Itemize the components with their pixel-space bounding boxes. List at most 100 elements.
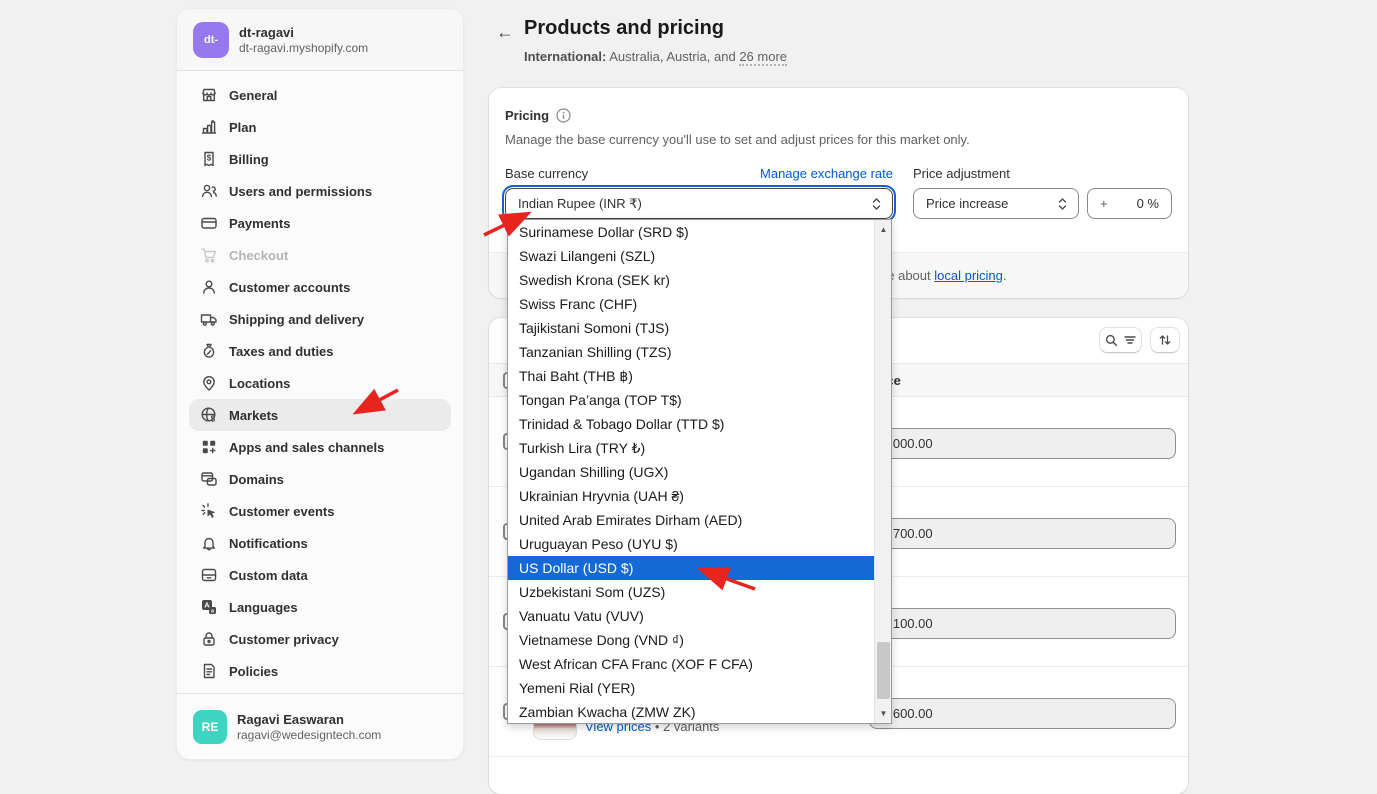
sidebar-item-label: Locations: [229, 376, 290, 391]
currency-option[interactable]: Swedish Krona (SEK kr): [508, 268, 874, 292]
globe-dollar-icon: $: [199, 405, 219, 425]
sidebar-item-label: Languages: [229, 600, 298, 615]
price-input[interactable]: [869, 428, 1176, 459]
sidebar-item-payments[interactable]: Payments: [189, 207, 451, 239]
currency-option[interactable]: Tongan Pa’anga (TOP T$): [508, 388, 874, 412]
sidebar-item-shipping-and-delivery[interactable]: Shipping and delivery: [189, 303, 451, 335]
sidebar-item-taxes-and-duties[interactable]: Taxes and duties: [189, 335, 451, 367]
sidebar-item-label: Customer events: [229, 504, 334, 519]
person-icon: [199, 277, 219, 297]
local-pricing-link[interactable]: local pricing: [934, 268, 1003, 283]
sidebar-item-label: Customer accounts: [229, 280, 350, 295]
sidebar-item-label: Users and permissions: [229, 184, 372, 199]
currency-option[interactable]: Uzbekistani Som (UZS): [508, 580, 874, 604]
user-footer[interactable]: RE Ragavi Easwaran ragavi@wedesigntech.c…: [177, 693, 463, 759]
currency-option[interactable]: West African CFA Franc (XOF F CFA): [508, 652, 874, 676]
sidebar-item-label: Markets: [229, 408, 278, 423]
sort-button[interactable]: [1150, 327, 1180, 353]
sidebar-item-customer-events[interactable]: Customer events: [189, 495, 451, 527]
page-title: Products and pricing: [524, 17, 724, 40]
currency-option[interactable]: Zambian Kwacha (ZMW ZK): [508, 700, 874, 723]
price-input[interactable]: [869, 698, 1176, 729]
back-arrow-icon: ←: [496, 22, 514, 42]
currency-option[interactable]: Tanzanian Shilling (TZS): [508, 340, 874, 364]
sidebar-item-customer-privacy[interactable]: Customer privacy: [189, 623, 451, 655]
store-domain: dt-ragavi.myshopify.com: [239, 41, 368, 56]
scroll-up-arrow-icon[interactable]: ▲: [875, 221, 892, 238]
sidebar-item-plan[interactable]: Plan: [189, 111, 451, 143]
currency-dropdown: Surinamese Dollar (SRD $) Swazi Lilangen…: [507, 219, 892, 724]
manage-exchange-rate-link[interactable]: Manage exchange rate: [760, 166, 893, 181]
currency-option[interactable]: Swiss Franc (CHF): [508, 292, 874, 316]
info-icon[interactable]: [556, 108, 571, 123]
currency-option-selected[interactable]: US Dollar (USD $): [508, 556, 874, 580]
scroll-down-arrow-icon[interactable]: ▼: [875, 705, 892, 722]
svg-text:$: $: [211, 415, 216, 424]
currency-option[interactable]: Surinamese Dollar (SRD $): [508, 220, 874, 244]
cursor-click-icon: [199, 501, 219, 521]
sidebar-item-label: General: [229, 88, 277, 103]
footer-text-suffix: .: [1003, 268, 1007, 283]
sidebar-item-policies[interactable]: Policies: [189, 655, 451, 687]
sidebar-item-label: Taxes and duties: [229, 344, 334, 359]
sort-arrows-icon: [1158, 333, 1172, 347]
sidebar-item-general[interactable]: General: [189, 79, 451, 111]
more-regions-link[interactable]: 26 more: [739, 49, 787, 66]
base-currency-label: Base currency: [505, 166, 588, 181]
sidebar-item-apps-and-sales-channels[interactable]: Apps and sales channels: [189, 431, 451, 463]
currency-option[interactable]: Vietnamese Dong (VND ₫): [508, 628, 874, 652]
plan-icon: [199, 117, 219, 137]
sidebar-item-customer-accounts[interactable]: Customer accounts: [189, 271, 451, 303]
currency-option[interactable]: Swazi Lilangeni (SZL): [508, 244, 874, 268]
price-adjustment-label: Price adjustment: [913, 166, 1010, 181]
currency-option[interactable]: Tajikistani Somoni (TJS): [508, 316, 874, 340]
price-input[interactable]: [869, 518, 1176, 549]
base-currency-select[interactable]: Indian Rupee (INR ₹): [505, 188, 893, 219]
apps-grid-icon: [199, 437, 219, 457]
price-adjustment-select[interactable]: Price increase: [913, 188, 1079, 219]
database-icon: [199, 565, 219, 585]
pricing-title-text: Pricing: [505, 108, 549, 123]
price-adjustment-value: Price increase: [926, 196, 1057, 211]
price-input[interactable]: [869, 608, 1176, 639]
search-and-filter-button[interactable]: [1099, 327, 1142, 353]
store-header[interactable]: dt- dt-ragavi dt-ragavi.myshopify.com: [177, 9, 463, 71]
sidebar-item-domains[interactable]: Domains: [189, 463, 451, 495]
lock-icon: [199, 629, 219, 649]
sidebar-item-languages[interactable]: Aa Languages: [189, 591, 451, 623]
adjustment-percentage-input[interactable]: + 0 %: [1087, 188, 1172, 219]
base-currency-value: Indian Rupee (INR ₹): [518, 196, 871, 212]
dropdown-scrollbar[interactable]: ▲ ▼: [874, 220, 891, 723]
cart-icon: [199, 245, 219, 265]
money-bag-icon: [199, 341, 219, 361]
payments-icon: [199, 213, 219, 233]
pricing-card-title: Pricing: [505, 108, 571, 123]
sidebar-item-users-and-permissions[interactable]: Users and permissions: [189, 175, 451, 207]
sidebar-item-billing[interactable]: $ Billing: [189, 143, 451, 175]
sidebar-item-label: Custom data: [229, 568, 308, 583]
sidebar-item-label: Shipping and delivery: [229, 312, 364, 327]
currency-option[interactable]: Turkish Lira (TRY ₺): [508, 436, 874, 460]
plus-sign: +: [1100, 196, 1108, 211]
sidebar-item-label: Domains: [229, 472, 284, 487]
sidebar-item-locations[interactable]: Locations: [189, 367, 451, 399]
currency-options-list: Surinamese Dollar (SRD $) Swazi Lilangen…: [508, 220, 874, 723]
currency-option[interactable]: Yemeni Rial (YER): [508, 676, 874, 700]
sidebar-item-custom-data[interactable]: Custom data: [189, 559, 451, 591]
currency-option[interactable]: Vanuatu Vatu (VUV): [508, 604, 874, 628]
currency-option[interactable]: United Arab Emirates Dirham (AED): [508, 508, 874, 532]
currency-option[interactable]: Ugandan Shilling (UGX): [508, 460, 874, 484]
sidebar-item-checkout: Checkout: [189, 239, 451, 271]
scrollbar-thumb[interactable]: [877, 642, 890, 699]
currency-option[interactable]: Ukrainian Hryvnia (UAH ₴): [508, 484, 874, 508]
currency-option[interactable]: Uruguayan Peso (UYU $): [508, 532, 874, 556]
back-button[interactable]: ←: [492, 19, 518, 45]
users-icon: [199, 181, 219, 201]
settings-nav: General Plan $ Billing Users and permiss…: [177, 71, 463, 695]
sidebar-item-markets[interactable]: $ Markets: [189, 399, 451, 431]
sidebar-item-notifications[interactable]: Notifications: [189, 527, 451, 559]
currency-option[interactable]: Trinidad & Tobago Dollar (TTD $): [508, 412, 874, 436]
currency-option[interactable]: Thai Baht (THB ฿): [508, 364, 874, 388]
sidebar-item-label: Checkout: [229, 248, 288, 263]
store-name: dt-ragavi: [239, 24, 368, 41]
